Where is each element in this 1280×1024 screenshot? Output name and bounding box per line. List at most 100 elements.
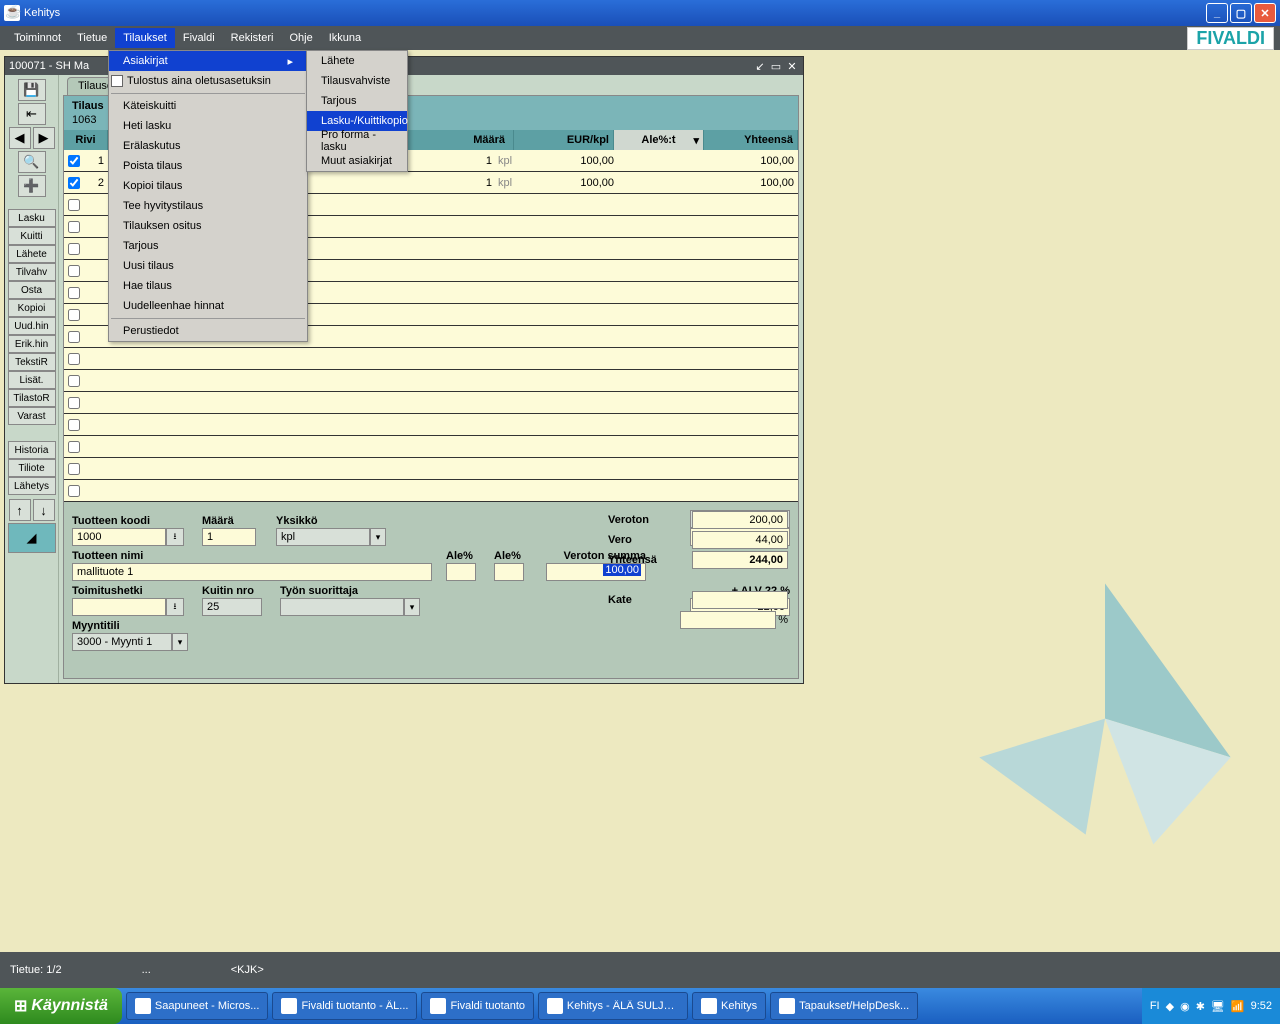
row-checkbox[interactable] (68, 375, 80, 387)
drop-myyntitili[interactable]: ▾ (172, 633, 188, 651)
input-tyon-suorittaja[interactable] (280, 598, 404, 616)
side-btn-lisät.[interactable]: Lisät. (8, 371, 56, 389)
row-checkbox[interactable] (68, 199, 80, 211)
side-btn-kopioi[interactable]: Kopioi (8, 299, 56, 317)
side-btn-erik.hin[interactable]: Erik.hin (8, 335, 56, 353)
row-checkbox[interactable] (68, 243, 80, 255)
tray-icon[interactable]: ◆ (1166, 1000, 1174, 1013)
side-btn-lähete[interactable]: Lähete (8, 245, 56, 263)
save-icon[interactable]: 💾 (18, 79, 46, 101)
drop-koodi[interactable]: ⭳ (166, 528, 184, 546)
taskbar-item[interactable]: ▦Fivaldi tuotanto (421, 992, 534, 1020)
menu-toiminnot[interactable]: Toiminnot (6, 28, 69, 48)
tray-icon[interactable]: ◉ (1180, 1000, 1190, 1013)
submenu-item[interactable]: Muut asiakirjat (307, 151, 407, 171)
input-yksikko[interactable] (276, 528, 370, 546)
table-row[interactable] (64, 348, 798, 370)
nav-left-icon[interactable]: ◀ (9, 127, 31, 149)
taskbar-item[interactable]: ▦Kehitys - ÄLÄ SULJE... (538, 992, 688, 1020)
clock[interactable]: 9:52 (1251, 1000, 1272, 1012)
row-checkbox[interactable] (68, 331, 80, 343)
menu-item[interactable]: Tee hyvitystilaus (109, 196, 307, 216)
minimize-button[interactable]: _ (1206, 3, 1228, 23)
taskbar-item[interactable]: ▦Tapaukset/HelpDesk... (770, 992, 918, 1020)
taskbar-item[interactable]: ▦Kehitys (692, 992, 766, 1020)
input-toimitushetki[interactable] (72, 598, 166, 616)
submenu-item[interactable]: Lasku-/Kuittikopio (307, 111, 407, 131)
menu-tilaukset[interactable]: Tilaukset (115, 28, 175, 48)
nav-right-icon[interactable]: ▶ (33, 127, 55, 149)
input-tuotteen-nimi[interactable] (72, 563, 432, 581)
side-btn-tekstir[interactable]: TekstiR (8, 353, 56, 371)
row-checkbox[interactable] (68, 177, 80, 189)
menu-item[interactable]: Heti lasku (109, 116, 307, 136)
submenu-item[interactable]: Pro forma -lasku (307, 131, 407, 151)
input-kuitin-nro[interactable] (202, 598, 262, 616)
row-checkbox[interactable] (68, 287, 80, 299)
menu-item[interactable]: Hae tilaus (109, 276, 307, 296)
row-checkbox[interactable] (68, 221, 80, 233)
menu-fivaldi[interactable]: Fivaldi (175, 28, 223, 48)
row-checkbox[interactable] (68, 463, 80, 475)
menu-item[interactable]: Kopioi tilaus (109, 176, 307, 196)
table-row[interactable] (64, 392, 798, 414)
table-row[interactable] (64, 436, 798, 458)
taskbar-item[interactable]: ▦Saapuneet - Micros... (126, 992, 269, 1020)
side-btn-tilvahv[interactable]: Tilvahv (8, 263, 56, 281)
start-button[interactable]: Käynnistä (0, 988, 122, 1024)
submenu-item[interactable]: Tilausvahviste (307, 71, 407, 91)
maximize-button[interactable]: ▢ (1230, 3, 1252, 23)
row-checkbox[interactable] (68, 397, 80, 409)
col-alet[interactable]: Ale%:t (614, 130, 704, 150)
side-btn-lasku[interactable]: Lasku (8, 209, 56, 227)
side-btn-osta[interactable]: Osta (8, 281, 56, 299)
side-btn-tiliote[interactable]: Tiliote (8, 459, 56, 477)
menu-item[interactable]: Poista tilaus (109, 156, 307, 176)
menu-rekisteri[interactable]: Rekisteri (223, 28, 282, 48)
row-checkbox[interactable] (68, 353, 80, 365)
doc-close-icon[interactable]: ✕ (785, 59, 799, 73)
menu-item[interactable]: Tarjous (109, 236, 307, 256)
table-row[interactable] (64, 414, 798, 436)
menu-item[interactable]: Tilauksen ositus (109, 216, 307, 236)
table-row[interactable] (64, 458, 798, 480)
submenu-item[interactable]: Lähete (307, 51, 407, 71)
doc-min-icon[interactable]: ↙ (753, 59, 767, 73)
side-btn-varast[interactable]: Varast (8, 407, 56, 425)
side-btn-tilastor[interactable]: TilastoR (8, 389, 56, 407)
menu-item[interactable]: Erälaskutus (109, 136, 307, 156)
input-ale2[interactable] (494, 563, 524, 581)
submenu-item[interactable]: Tarjous (307, 91, 407, 111)
down-arrow-icon[interactable]: ↓ (33, 499, 55, 521)
lang-indicator[interactable]: FI (1150, 1000, 1160, 1012)
taskbar-item[interactable]: ▦Fivaldi tuotanto - ÄL... (272, 992, 417, 1020)
tray-icon[interactable]: 📶 (1231, 1000, 1245, 1013)
add-icon[interactable]: ➕ (18, 175, 46, 197)
menu-ikkuna[interactable]: Ikkuna (321, 28, 369, 48)
drop-toimitus[interactable]: ⭳ (166, 598, 184, 616)
exit-icon[interactable]: ⇤ (18, 103, 46, 125)
drop-yksikko[interactable]: ▾ (370, 528, 386, 546)
menu-item[interactable]: Perustiedot (109, 321, 307, 341)
input-myyntitili[interactable] (72, 633, 172, 651)
tray-icon[interactable]: 🖥 (1211, 1000, 1225, 1013)
input-tuotteen-koodi[interactable] (72, 528, 166, 546)
doc-max-icon[interactable]: ▭ (769, 59, 783, 73)
menu-item[interactable]: Käteiskuitti (109, 96, 307, 116)
side-btn-kuitti[interactable]: Kuitti (8, 227, 56, 245)
tray-icon[interactable]: ✱ (1196, 1000, 1205, 1013)
row-checkbox[interactable] (68, 441, 80, 453)
menu-item[interactable]: Uusi tilaus (109, 256, 307, 276)
close-button[interactable]: ✕ (1254, 3, 1276, 23)
input-ale1[interactable] (446, 563, 476, 581)
row-checkbox[interactable] (68, 419, 80, 431)
row-checkbox[interactable] (68, 265, 80, 277)
row-checkbox[interactable] (68, 485, 80, 497)
drop-suorittaja[interactable]: ▾ (404, 598, 420, 616)
table-row[interactable] (64, 480, 798, 502)
zoom-icon[interactable]: 🔍 (18, 151, 46, 173)
menu-item[interactable]: Uudelleenhae hinnat (109, 296, 307, 316)
side-btn-historia[interactable]: Historia (8, 441, 56, 459)
menu-tietue[interactable]: Tietue (69, 28, 115, 48)
side-btn-uud.hin[interactable]: Uud.hin (8, 317, 56, 335)
